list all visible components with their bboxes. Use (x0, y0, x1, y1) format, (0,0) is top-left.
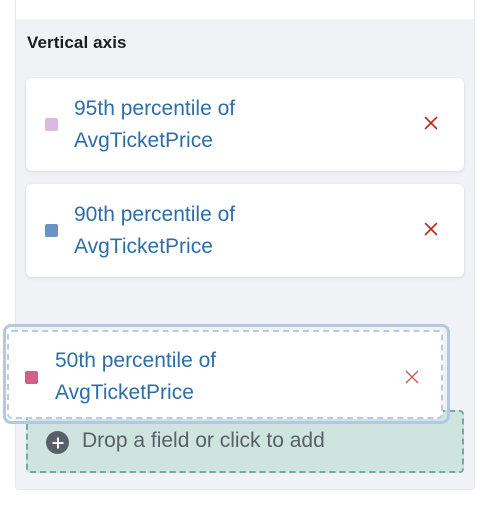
close-icon[interactable] (424, 116, 438, 130)
dimension-label[interactable]: 50th percentile of AvgTicketPrice (55, 345, 375, 409)
dimension-label-line2: AvgTicketPrice (74, 235, 213, 258)
dimension-label-line2: AvgTicketPrice (55, 381, 194, 404)
dimension-label-line1: 50th percentile of (55, 349, 217, 372)
layer-panel: Vertical axis 95th percentile of AvgTick… (0, 0, 492, 506)
color-swatch (45, 224, 58, 237)
dimension-item-95th[interactable]: 95th percentile of AvgTicketPrice (26, 78, 464, 171)
dimension-label-line1: 95th percentile of (74, 97, 236, 120)
dimension-label[interactable]: 90th percentile of AvgTicketPrice (74, 199, 394, 263)
close-icon[interactable] (424, 222, 438, 236)
color-swatch (45, 118, 58, 131)
dimension-label-line2: AvgTicketPrice (74, 129, 213, 152)
vertical-axis-title: Vertical axis (27, 33, 127, 52)
dimension-label[interactable]: 95th percentile of AvgTicketPrice (74, 93, 394, 157)
close-icon[interactable] (405, 370, 419, 384)
drop-zone-text: Drop a field or click to add (82, 429, 325, 452)
dragging-dimension-item-50th[interactable]: 50th percentile of AvgTicketPrice (7, 330, 443, 419)
dimension-item-90th[interactable]: 90th percentile of AvgTicketPrice (26, 184, 464, 277)
plus-circle-icon (46, 431, 69, 454)
panel-top-border (15, 0, 475, 19)
dimension-label-line1: 90th percentile of (74, 203, 236, 226)
color-swatch (25, 371, 38, 384)
